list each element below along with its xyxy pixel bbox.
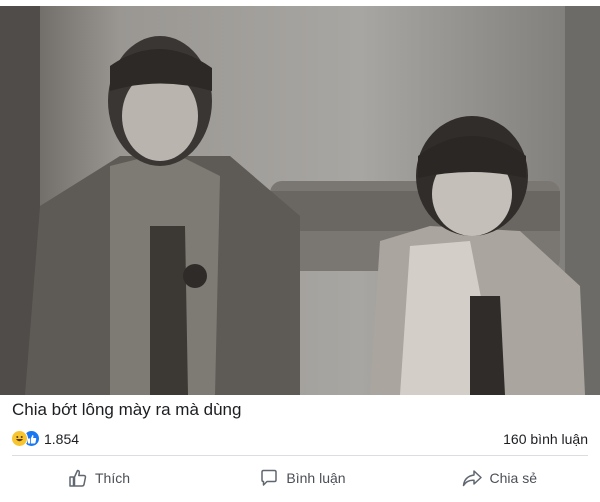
post-caption: Chia bớt lông mày ra mà dùng	[12, 400, 242, 419]
comment-button[interactable]: Bình luận	[224, 462, 380, 494]
reactions-summary[interactable]: 1.854	[11, 430, 79, 447]
like-label: Thích	[95, 470, 131, 486]
reaction-count: 1.854	[44, 430, 80, 447]
post-actions: Thích Bình luận Chia sẻ	[0, 462, 600, 494]
divider	[12, 455, 588, 456]
thumbs-up-icon	[69, 469, 87, 487]
like-button[interactable]: Thích	[0, 462, 224, 494]
post-stats: 1.854 160 bình luận	[0, 427, 600, 451]
comment-count[interactable]: 160 bình luận	[503, 431, 588, 447]
share-label: Chia sẻ	[489, 470, 537, 486]
comment-label: Bình luận	[286, 470, 346, 486]
haha-reaction-icon	[11, 430, 28, 447]
vintage-photo-illustration	[0, 6, 600, 395]
share-button[interactable]: Chia sẻ	[381, 462, 600, 494]
share-arrow-icon	[462, 470, 482, 487]
post-photo[interactable]	[0, 6, 600, 395]
comment-bubble-icon	[261, 469, 278, 486]
